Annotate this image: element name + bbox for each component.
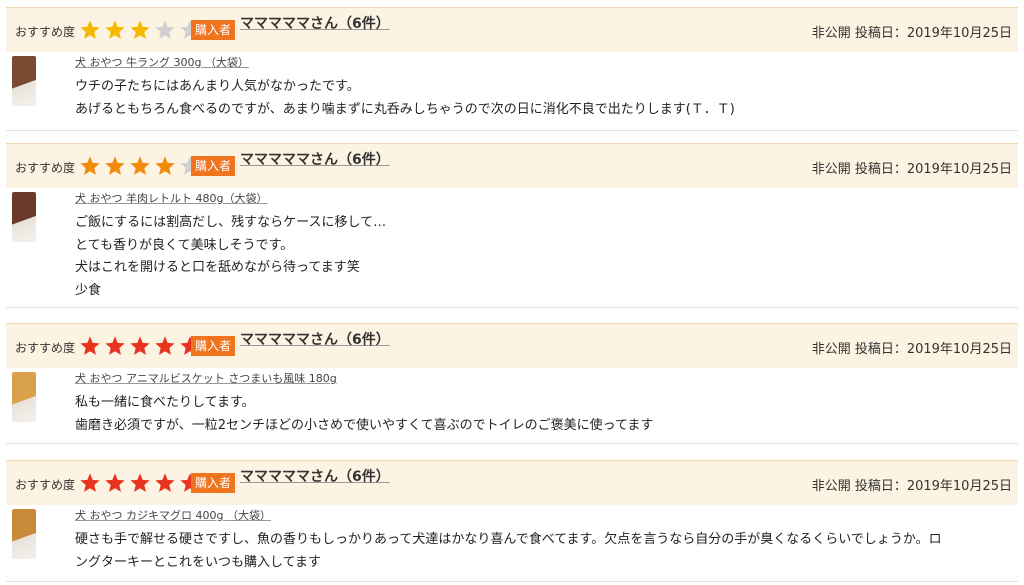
review-card: おすすめ度 購入者 マママママさん（6件） 非公開 投稿日：2019年10月25… [6, 460, 1018, 582]
review-line: ウチの子たちにはあんまり人気がなかったです。 [75, 79, 360, 94]
review-line: とても香りが良くて美味しそうです。 [75, 237, 294, 253]
review-body: 犬 おやつ 羊肉レトルト 480g（大袋） ご飯にするには割高だし、残すならケー… [6, 188, 1018, 308]
star-filled-icon [105, 156, 125, 175]
recommend-label: おすすめ度 [15, 161, 76, 175]
review-line: あげるともちろん食べるのですが、あまり噛まずに丸呑みしちゃうので次の日に消化不良… [75, 101, 735, 117]
post-meta: 非公開 投稿日：2019年10月25日 [811, 479, 1012, 494]
review-text: 私も一緒に食べたりしてます。 歯磨き必須ですが、一粒2センチほどの小さめで使いや… [75, 392, 653, 437]
review-line: 少食 [75, 282, 102, 298]
post-meta: 非公開 投稿日：2019年10月25日 [811, 26, 1012, 41]
star-rating [79, 472, 204, 494]
recommend-label: おすすめ度 [15, 341, 76, 355]
review-card: おすすめ度 購入者 マママママさん（6件） 非公開 投稿日：2019年10月25… [6, 143, 1018, 308]
star-filled-icon [105, 336, 125, 355]
purchaser-badge: 購入者 [191, 336, 236, 356]
post-meta: 非公開 投稿日：2019年10月25日 [811, 342, 1012, 357]
recommend-label: おすすめ度 [15, 25, 76, 39]
product-thumbnail[interactable] [12, 192, 36, 242]
product-link[interactable]: 犬 おやつ アニマルビスケット さつまいも風味 180g [75, 370, 337, 386]
review-body: 犬 おやつ カジキマグロ 400g （大袋） 硬さも手で解せる硬さですし、魚の香… [6, 505, 1018, 582]
purchaser-badge: 購入者 [191, 20, 236, 40]
review-body: 犬 おやつ アニマルビスケット さつまいも風味 180g 私も一緒に食べたりして… [6, 368, 1018, 444]
star-empty-icon [155, 20, 175, 39]
reviewer-link[interactable]: マママママさん（6件） [240, 329, 390, 349]
post-meta: 非公開 投稿日：2019年10月25日 [811, 162, 1012, 177]
review-text: ご飯にするには割高だし、残すならケースに移して… とても香りが良くて美味しそうで… [75, 212, 386, 302]
reviewer-link[interactable]: マママママさん（6件） [240, 13, 390, 33]
star-filled-icon [130, 20, 150, 39]
review-text: 硬さも手で解せる硬さですし、魚の香りもしっかりあって犬達はかなり喜んで食べてます… [75, 529, 942, 574]
review-card: おすすめ度 購入者 マママママさん（6件） 非公開 投稿日：2019年10月25… [6, 323, 1018, 444]
star-rating [79, 155, 204, 177]
star-rating [79, 19, 204, 41]
star-filled-icon [155, 473, 175, 492]
review-line: 歯磨き必須ですが、一粒2センチほどの小さめで使いやすくて喜ぶのでトイレのご褒美に… [75, 417, 654, 433]
star-filled-icon [130, 156, 150, 175]
review-line: ングターキーとこれをいつも購入してます [75, 554, 321, 570]
star-filled-icon [130, 336, 150, 355]
star-rating [79, 335, 204, 357]
product-thumbnail[interactable] [12, 56, 36, 106]
review-header: おすすめ度 購入者 マママママさん（6件） 非公開 投稿日：2019年10月25… [6, 7, 1018, 52]
recommend-label: おすすめ度 [15, 478, 76, 492]
product-link[interactable]: 犬 おやつ カジキマグロ 400g （大袋） [75, 507, 271, 523]
star-filled-icon [105, 473, 125, 492]
star-filled-icon [155, 336, 175, 355]
review-text: ウチの子たちにはあんまり人気がなかったです。 あげるともちろん食べるのですが、あ… [75, 76, 735, 121]
product-link[interactable]: 犬 おやつ 牛ラング 300g （大袋） [75, 54, 249, 70]
reviewer-link[interactable]: マママママさん（6件） [240, 149, 390, 169]
review-header: おすすめ度 購入者 マママママさん（6件） 非公開 投稿日：2019年10月25… [6, 323, 1018, 368]
review-header: おすすめ度 購入者 マママママさん（6件） 非公開 投稿日：2019年10月25… [6, 143, 1018, 188]
star-filled-icon [105, 20, 125, 39]
star-filled-icon [80, 336, 100, 355]
review-header: おすすめ度 購入者 マママママさん（6件） 非公開 投稿日：2019年10月25… [6, 460, 1018, 505]
review-body: 犬 おやつ 牛ラング 300g （大袋） ウチの子たちにはあんまり人気がなかった… [6, 52, 1018, 131]
star-filled-icon [80, 20, 100, 39]
product-thumbnail[interactable] [12, 509, 36, 559]
reviewer-link[interactable]: マママママさん（6件） [240, 466, 390, 486]
star-filled-icon [130, 473, 150, 492]
star-filled-icon [155, 156, 175, 175]
star-filled-icon [80, 156, 100, 175]
product-thumbnail[interactable] [12, 372, 36, 422]
review-line: 硬さも手で解せる硬さですし、魚の香りもしっかりあって犬達はかなり喜んで食べてます… [75, 532, 942, 547]
product-link[interactable]: 犬 おやつ 羊肉レトルト 480g（大袋） [75, 190, 267, 206]
star-filled-icon [80, 473, 100, 492]
review-line: 犬はこれを開けると口を舐めながら待ってます笑 [75, 260, 360, 275]
review-card: おすすめ度 購入者 マママママさん（6件） 非公開 投稿日：2019年10月25… [6, 7, 1018, 131]
purchaser-badge: 購入者 [191, 156, 236, 176]
review-line: 私も一緒に食べたりしてます。 [75, 395, 255, 410]
purchaser-badge: 購入者 [191, 473, 236, 493]
review-line: ご飯にするには割高だし、残すならケースに移して… [75, 215, 387, 230]
